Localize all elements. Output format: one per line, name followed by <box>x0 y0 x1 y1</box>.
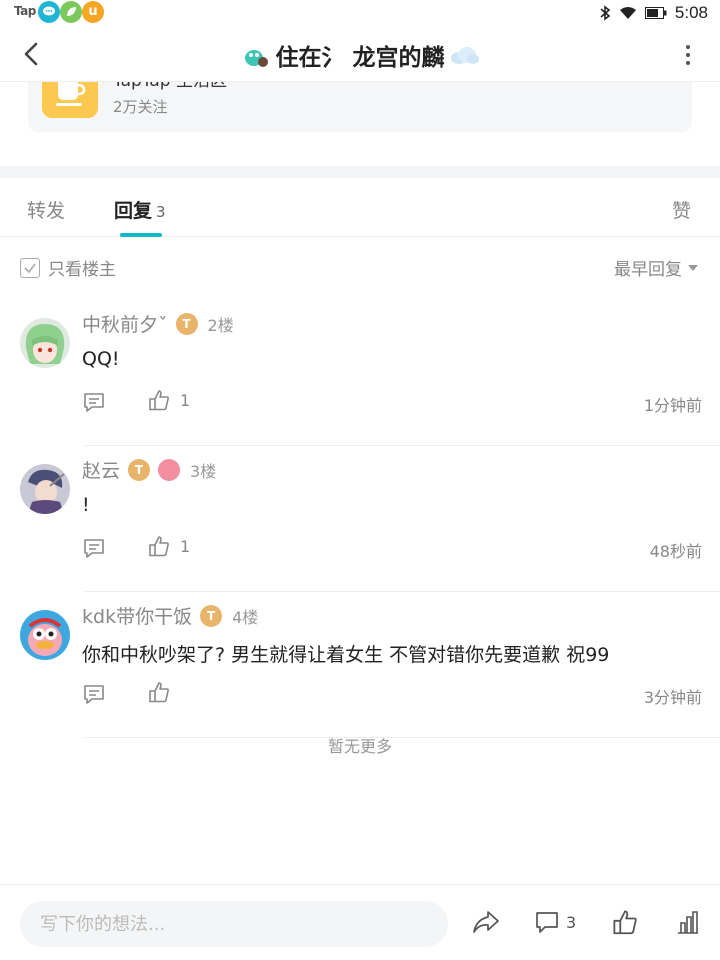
like-button[interactable]: 1 <box>148 389 190 411</box>
group-follow-count: 2万关注 <box>113 98 168 116</box>
thumbs-up-icon <box>149 682 169 703</box>
battery-icon <box>644 7 667 19</box>
reply-actions: 1 48秒前 <box>82 536 702 566</box>
clock: 5:08 <box>674 3 708 22</box>
tab-active-indicator <box>120 233 162 237</box>
reply-item: kdk带你干饭 T 4楼 你和中秋吵架了? 男生就得让着女生 不管对错你先要道歉… <box>0 592 720 738</box>
tab-likes[interactable]: 赞 <box>672 196 691 223</box>
bluetooth-icon <box>600 5 611 21</box>
caret-down-icon <box>688 264 698 271</box>
reply-header: 中秋前夕ˇ T 2楼 <box>82 310 234 337</box>
comment-input[interactable] <box>20 901 448 947</box>
reply-item: 中秋前夕ˇ T 2楼 QQ! 1 1分钟前 <box>0 300 720 446</box>
more-vertical-icon <box>686 45 690 65</box>
like-count: 1 <box>180 390 191 410</box>
tab-replies[interactable]: 回复 3 <box>114 196 166 223</box>
avatar[interactable] <box>20 464 70 514</box>
like-post-button[interactable] <box>612 907 638 937</box>
check-icon <box>24 263 36 273</box>
sort-dropdown[interactable]: 最早回复 <box>614 255 698 280</box>
stats-button[interactable] <box>676 907 700 937</box>
share-button[interactable] <box>472 907 500 937</box>
reply-actions: 1 1分钟前 <box>82 390 702 420</box>
tab-forward-label: 转发 <box>27 200 66 222</box>
tap-badge-icon: T <box>175 312 198 335</box>
reply-text: 你和中秋吵架了? 男生就得让着女生 不管对错你先要道歉 祝99 <box>82 644 610 666</box>
comment-icon <box>84 685 104 704</box>
reply-text: ! <box>82 494 90 516</box>
bar-chart-icon <box>678 911 698 934</box>
only-op-toggle[interactable]: 只看楼主 <box>20 255 116 280</box>
comment-icon <box>536 912 558 933</box>
only-op-label: 只看楼主 <box>48 260 116 280</box>
filter-row: 只看楼主 最早回复 <box>0 250 720 284</box>
nav-bar: 住在氵 龙宫的麟 <box>0 26 720 82</box>
comment-icon <box>84 393 104 412</box>
avatar[interactable] <box>20 610 70 660</box>
page-title: 住在氵 龙宫的麟 <box>0 38 720 72</box>
reply-author[interactable]: 中秋前夕ˇ <box>82 310 168 337</box>
reply-item: 赵云 T 3楼 ! 1 48秒前 <box>0 446 720 592</box>
reply-actions: 3分钟前 <box>82 682 702 712</box>
reply-time: 48秒前 <box>649 542 702 561</box>
reply-comment-button[interactable] <box>82 536 106 560</box>
u-icon: u <box>82 1 104 23</box>
reply-author[interactable]: kdk带你干饭 <box>82 602 192 629</box>
tap-badge-icon: T <box>200 604 223 627</box>
like-button[interactable]: 1 <box>148 535 190 557</box>
tab-bar: 转发 回复 3 赞 <box>0 178 720 237</box>
status-bar: Tap u 5:08 <box>0 0 720 26</box>
reply-time: 1分钟前 <box>643 396 702 415</box>
reply-floor: 2楼 <box>207 315 234 335</box>
like-button[interactable] <box>148 681 180 703</box>
reply-text: QQ! <box>82 348 120 370</box>
creature-emoji-icon <box>245 50 269 67</box>
only-op-checkbox[interactable] <box>20 257 40 278</box>
chat-bubble-icon <box>38 1 60 23</box>
reply-time: 3分钟前 <box>643 688 702 707</box>
comment-count: 3 <box>566 912 577 932</box>
tab-likes-label: 赞 <box>672 200 692 222</box>
comment-icon <box>84 539 104 558</box>
reply-floor: 4楼 <box>232 607 259 627</box>
share-arrow-icon <box>473 911 499 933</box>
thumbs-up-icon <box>149 536 169 557</box>
section-divider <box>0 166 720 178</box>
tab-replies-count: 3 <box>156 203 166 221</box>
more-button[interactable] <box>682 42 694 68</box>
tap-badge-icon: T <box>128 458 151 481</box>
like-count: 1 <box>180 536 191 556</box>
comment-count-button[interactable]: 3 <box>534 907 576 937</box>
tab-replies-label: 回复 <box>114 200 153 222</box>
sort-label: 最早回复 <box>614 260 682 280</box>
reply-header: 赵云 T 3楼 <box>82 456 216 483</box>
thumbs-up-icon <box>149 390 169 411</box>
avatar[interactable] <box>20 318 70 368</box>
page-title-text: 住在氵 龙宫的麟 <box>275 45 445 71</box>
reply-header: kdk带你干饭 T 4楼 <box>82 602 258 629</box>
tap-app-logo: Tap <box>14 4 36 18</box>
reply-floor: 3楼 <box>190 461 217 481</box>
reply-comment-button[interactable] <box>82 682 106 706</box>
thumbs-up-icon <box>613 910 637 935</box>
reply-comment-button[interactable] <box>82 390 106 414</box>
pink-badge-icon <box>158 458 181 481</box>
leaf-icon <box>60 1 82 23</box>
no-more-text: 暂无更多 <box>327 737 392 756</box>
bottom-bar: 3 <box>0 884 720 960</box>
tab-forward[interactable]: 转发 <box>27 196 65 223</box>
cloud-emoji-icon <box>450 47 479 64</box>
wifi-icon <box>619 7 636 19</box>
reply-author[interactable]: 赵云 <box>82 456 120 483</box>
